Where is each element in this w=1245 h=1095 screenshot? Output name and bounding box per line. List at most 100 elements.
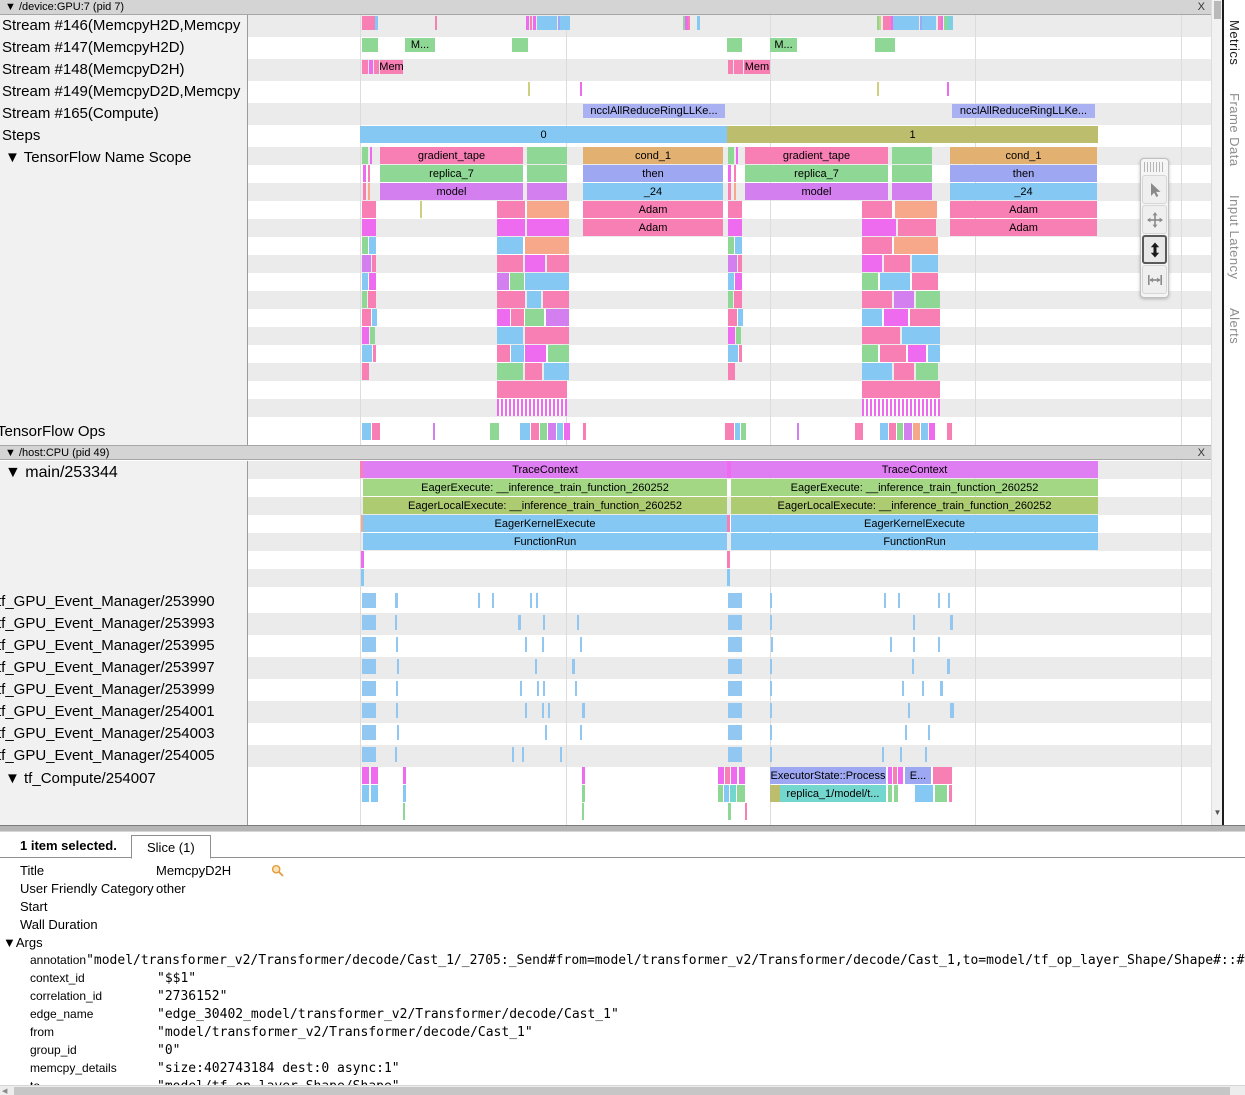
trace-event[interactable]: cond_1	[950, 147, 1097, 164]
trace-event[interactable]	[862, 291, 892, 308]
trace-event[interactable]	[527, 201, 569, 218]
trace-event[interactable]	[582, 785, 585, 802]
trace-event[interactable]	[530, 593, 532, 608]
trace-event[interactable]	[728, 201, 742, 218]
trace-event[interactable]	[371, 767, 378, 784]
trace-event[interactable]	[572, 659, 575, 674]
trace-event[interactable]	[527, 219, 569, 236]
trace-event[interactable]	[403, 767, 406, 784]
trace-event[interactable]	[396, 637, 398, 652]
trace-event[interactable]	[435, 16, 437, 30]
trace-event[interactable]	[735, 273, 742, 290]
trace-event[interactable]	[880, 345, 906, 362]
trace-event[interactable]	[362, 637, 376, 652]
trace-event[interactable]	[697, 16, 700, 30]
trace-event[interactable]	[728, 703, 742, 718]
trace-event[interactable]	[728, 345, 738, 362]
trace-event[interactable]	[913, 615, 915, 630]
trace-event[interactable]	[894, 291, 914, 308]
trace-event[interactable]	[543, 615, 545, 630]
trace-event[interactable]	[770, 593, 772, 608]
trace-event[interactable]	[770, 747, 772, 762]
trace-event[interactable]	[882, 747, 884, 762]
trace-event[interactable]	[739, 767, 745, 784]
trace-event[interactable]	[912, 255, 938, 272]
trace-event[interactable]	[580, 82, 582, 96]
trace-event[interactable]	[497, 219, 525, 236]
tab-slice[interactable]: Slice (1)	[131, 835, 211, 859]
trace-event[interactable]	[527, 165, 567, 182]
trace-event[interactable]	[371, 785, 378, 802]
trace-event[interactable]	[497, 273, 509, 290]
trace-event[interactable]	[361, 551, 364, 568]
trace-event[interactable]	[511, 309, 524, 326]
trace-event[interactable]: replica_7	[380, 165, 523, 182]
trace-event[interactable]	[362, 237, 368, 254]
trace-event[interactable]	[731, 767, 737, 784]
trace-event[interactable]	[497, 237, 523, 254]
trace-event[interactable]	[397, 659, 399, 674]
trace-event[interactable]: EagerKernelExecute	[731, 515, 1098, 532]
trace-event[interactable]	[904, 423, 912, 440]
trace-event[interactable]	[368, 183, 370, 200]
trace-event[interactable]	[362, 363, 369, 380]
trace-event[interactable]	[947, 423, 952, 440]
trace-event[interactable]: 1	[727, 126, 1098, 143]
trace-event[interactable]	[728, 747, 742, 762]
trace-event[interactable]	[770, 785, 780, 802]
trace-event[interactable]	[536, 593, 538, 608]
selection-tool-button[interactable]	[1142, 175, 1167, 204]
scrollbar-thumb[interactable]	[1214, 1, 1221, 19]
vertical-scrollbar[interactable]: ▼	[1211, 0, 1222, 825]
scroll-down-icon[interactable]: ▼	[1213, 808, 1222, 817]
trace-event[interactable]: Mem	[380, 60, 403, 74]
trace-event[interactable]	[362, 659, 376, 674]
trace-event[interactable]	[497, 255, 523, 272]
trace-event[interactable]	[862, 219, 896, 236]
trace-event[interactable]	[879, 16, 881, 30]
trace-event[interactable]	[560, 747, 562, 762]
trace-event[interactable]	[582, 703, 585, 718]
trace-event[interactable]: then	[950, 165, 1097, 182]
trace-event[interactable]	[497, 399, 567, 416]
trace-event[interactable]	[520, 423, 530, 440]
trace-event[interactable]	[728, 183, 731, 200]
trace-event[interactable]	[362, 38, 378, 52]
trace-event[interactable]	[368, 291, 376, 308]
trace-event[interactable]	[947, 82, 949, 96]
trace-event[interactable]	[727, 551, 730, 568]
trace-event[interactable]	[728, 681, 742, 696]
trace-event[interactable]	[877, 82, 879, 96]
trace-event[interactable]	[933, 767, 952, 784]
trace-event[interactable]	[728, 309, 737, 326]
trace-event[interactable]	[395, 593, 398, 608]
trace-event[interactable]	[728, 659, 742, 674]
trace-event[interactable]	[951, 16, 953, 30]
trace-event[interactable]	[935, 785, 947, 802]
trace-event[interactable]	[921, 423, 928, 440]
trace-event[interactable]	[893, 16, 919, 30]
trace-event[interactable]	[527, 147, 567, 164]
trace-event[interactable]	[728, 147, 734, 164]
trace-event[interactable]: EagerExecute: __inference_train_function…	[731, 479, 1098, 496]
trace-event[interactable]: then	[583, 165, 723, 182]
trace-event[interactable]: EagerLocalExecute: __inference_train_fun…	[363, 497, 727, 514]
trace-event[interactable]: Adam	[583, 201, 723, 218]
trace-event[interactable]	[525, 255, 545, 272]
trace-event[interactable]	[728, 237, 734, 254]
trace-event[interactable]	[527, 291, 541, 308]
trace-event[interactable]	[916, 363, 938, 380]
trace-event[interactable]	[862, 363, 892, 380]
trace-event[interactable]	[950, 615, 953, 630]
trace-event[interactable]: ncclAllReduceRingLLKe...	[952, 104, 1095, 118]
trace-event[interactable]	[910, 309, 940, 326]
trace-event[interactable]	[734, 291, 742, 308]
trace-event[interactable]	[898, 219, 936, 236]
trace-event[interactable]	[737, 785, 745, 802]
trace-event[interactable]	[875, 38, 895, 52]
trace-event[interactable]	[894, 363, 914, 380]
trace-event[interactable]	[362, 327, 369, 344]
trace-event[interactable]	[518, 615, 521, 630]
trace-event[interactable]	[728, 327, 735, 344]
trace-event[interactable]	[373, 345, 376, 362]
